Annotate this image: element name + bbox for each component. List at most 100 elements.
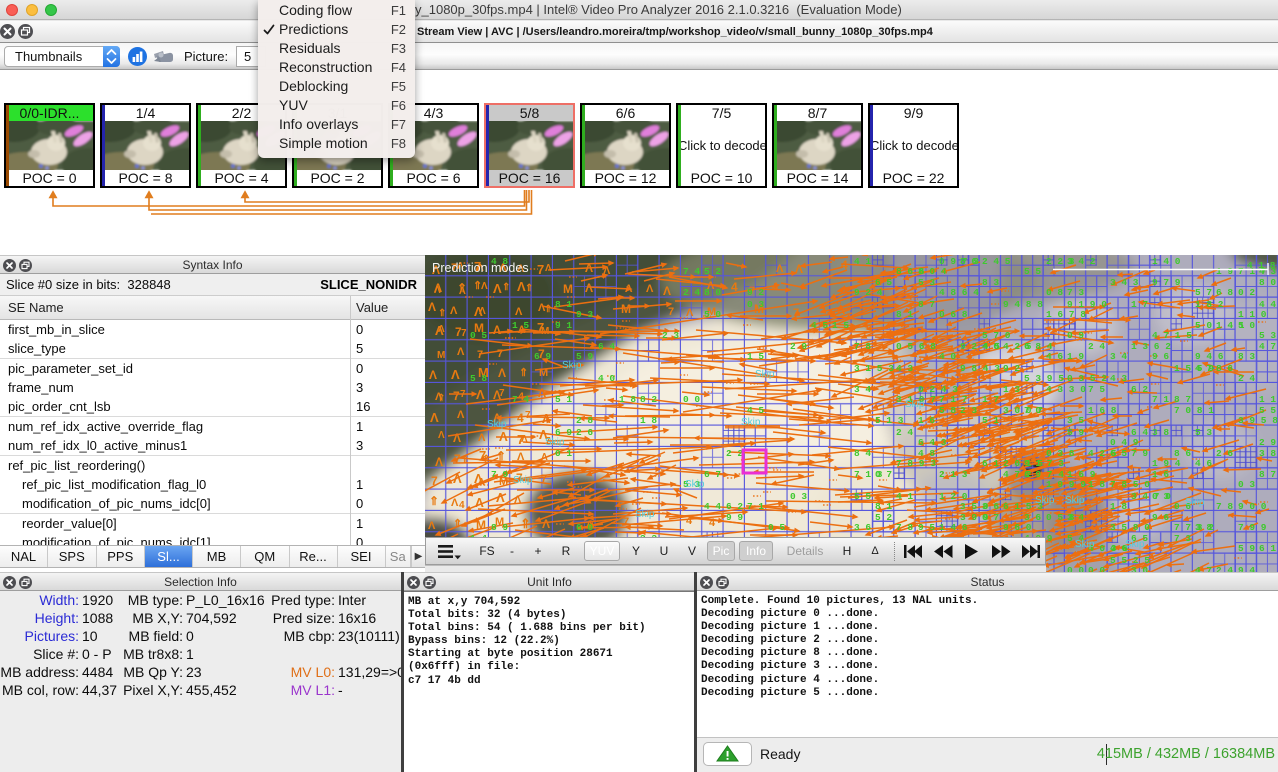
svg-text:0 5 6 8: 0 5 6 8 <box>896 341 936 352</box>
svg-text:7 8: 7 8 <box>1216 501 1233 512</box>
svg-text:5 1: 5 1 <box>982 415 999 426</box>
svg-text:Λ: Λ <box>451 497 459 509</box>
svg-text:5 0: 5 0 <box>704 309 721 320</box>
svg-text:2 4: 2 4 <box>1088 341 1105 352</box>
svg-text:8 6: 8 6 <box>960 256 977 267</box>
svg-text:0 0: 0 0 <box>683 394 700 405</box>
svg-text:8 0: 8 0 <box>1259 277 1276 288</box>
svg-text:9 8 4 3: 9 8 4 3 <box>960 363 1000 374</box>
svg-text:9 6: 9 6 <box>1152 512 1169 523</box>
svg-text:Λ: Λ <box>795 262 803 276</box>
svg-text:7: 7 <box>623 516 629 528</box>
svg-text:Skip: Skip <box>513 475 533 486</box>
svg-text:7: 7 <box>499 388 505 399</box>
svg-text:Λ: Λ <box>434 285 441 296</box>
svg-text:7 4: 7 4 <box>683 266 700 277</box>
svg-text:9 5: 9 5 <box>918 522 935 533</box>
svg-text:⇑: ⇑ <box>438 308 446 319</box>
svg-text:Λ: Λ <box>459 286 466 297</box>
svg-text:1 4 6: 1 4 6 <box>939 522 968 533</box>
svg-text:0 3 8: 0 3 8 <box>1046 448 1075 459</box>
svg-text:1 7: 1 7 <box>982 394 999 405</box>
svg-text:Λ: Λ <box>450 305 458 317</box>
svg-text:1 1 0: 1 1 0 <box>1238 309 1267 320</box>
svg-text:Λ: Λ <box>646 283 654 295</box>
svg-text:3 6: 3 6 <box>1024 512 1041 523</box>
svg-text:Skip: Skip <box>755 369 775 380</box>
svg-text:7: 7 <box>461 328 467 339</box>
svg-text:Λ: Λ <box>438 324 445 335</box>
svg-text:3 4 2: 3 4 2 <box>1067 256 1096 267</box>
svg-text:8 1: 8 1 <box>555 299 572 310</box>
svg-text:6 5: 6 5 <box>875 277 892 288</box>
svg-text:0 8: 0 8 <box>1046 287 1063 298</box>
svg-text:8 3: 8 3 <box>1238 351 1255 362</box>
svg-text:2 3: 2 3 <box>960 405 977 416</box>
svg-text:2 9 1: 2 9 1 <box>1259 437 1278 448</box>
svg-text:4 0: 4 0 <box>939 351 956 362</box>
svg-text:7: 7 <box>537 262 544 277</box>
svg-text:4 3: 4 3 <box>896 363 913 374</box>
svg-text:0 9: 0 9 <box>1067 330 1084 341</box>
svg-text:1 3: 1 3 <box>1003 384 1020 395</box>
svg-text:3 8: 3 8 <box>1152 427 1169 438</box>
svg-text:Λ: Λ <box>521 434 528 445</box>
svg-text:5 2: 5 2 <box>704 266 721 277</box>
svg-text:1 8: 1 8 <box>640 415 657 426</box>
svg-text:0 3: 0 3 <box>1238 479 1255 490</box>
svg-text:3 1 5 3: 3 1 5 3 <box>854 363 894 374</box>
svg-text:8 9: 8 9 <box>491 522 508 533</box>
svg-text:4 7: 4 7 <box>1195 363 1212 374</box>
svg-text:0 3: 0 3 <box>790 491 807 502</box>
svg-text:7 1: 7 1 <box>747 501 764 512</box>
svg-text:5 7: 5 7 <box>1195 287 1212 298</box>
svg-text:7: 7 <box>497 348 503 360</box>
svg-text:⇑: ⇑ <box>519 367 528 379</box>
svg-text:1 6 8: 1 6 8 <box>1088 405 1117 416</box>
svg-text:9 4 8 8: 9 4 8 8 <box>1003 299 1043 310</box>
svg-text:4 4 3: 4 4 3 <box>1259 299 1278 310</box>
svg-text:1 6: 1 6 <box>918 415 935 426</box>
svg-text:Λ: Λ <box>479 306 486 317</box>
svg-text:9 0 0: 9 0 0 <box>1238 501 1267 512</box>
svg-text:0 6 8: 0 6 8 <box>939 309 968 320</box>
svg-text:9 2: 9 2 <box>1003 363 1020 374</box>
svg-text:4: 4 <box>517 411 524 425</box>
svg-text:1 9: 1 9 <box>1067 351 1084 362</box>
svg-text:Λ: Λ <box>428 520 436 532</box>
svg-text:7 8: 7 8 <box>896 522 913 533</box>
svg-text:⇑: ⇑ <box>437 393 445 404</box>
svg-text:1 8 2: 1 8 2 <box>1195 299 1224 310</box>
svg-text:7 9: 7 9 <box>491 469 508 480</box>
svg-text:4 0: 4 0 <box>982 341 999 352</box>
svg-text:2 4: 2 4 <box>683 287 700 298</box>
svg-text:1 6: 1 6 <box>1152 469 1169 480</box>
svg-text:7 3: 7 3 <box>1067 287 1084 298</box>
svg-text:8 6: 8 6 <box>1174 448 1191 459</box>
svg-text:2 8: 2 8 <box>576 415 593 426</box>
svg-text:3 5 8 0: 3 5 8 0 <box>1110 522 1150 533</box>
svg-text:Skip: Skip <box>545 437 565 448</box>
svg-text:6 2: 6 2 <box>726 501 743 512</box>
svg-text:⇑: ⇑ <box>525 283 533 294</box>
svg-text:6 9: 6 9 <box>534 351 551 362</box>
svg-text:5 5: 5 5 <box>1259 405 1276 416</box>
svg-text:0 0: 0 0 <box>1088 565 1105 572</box>
svg-text:3 4: 3 4 <box>1110 351 1127 362</box>
svg-text:2 9: 2 9 <box>790 341 807 352</box>
svg-text:Skip: Skip <box>685 479 705 490</box>
svg-text:5 3: 5 3 <box>1195 427 1212 438</box>
svg-text:Λ: Λ <box>430 410 439 425</box>
svg-text:Λ: Λ <box>475 495 484 510</box>
svg-text:8 1: 8 1 <box>875 501 892 512</box>
svg-text:1 8: 1 8 <box>619 394 636 405</box>
svg-text:7 8 9 3: 7 8 9 3 <box>896 458 936 469</box>
svg-text:6 1 2: 6 1 2 <box>1259 543 1278 554</box>
svg-text:7: 7 <box>477 349 483 361</box>
svg-text:6 5: 6 5 <box>1110 448 1127 459</box>
svg-text:2 4: 2 4 <box>896 427 913 438</box>
svg-text:7 5: 7 5 <box>1088 384 1105 395</box>
svg-text:Λ: Λ <box>457 346 465 358</box>
svg-text:0 7: 0 7 <box>875 469 892 480</box>
svg-text:6 0: 6 0 <box>576 522 593 533</box>
